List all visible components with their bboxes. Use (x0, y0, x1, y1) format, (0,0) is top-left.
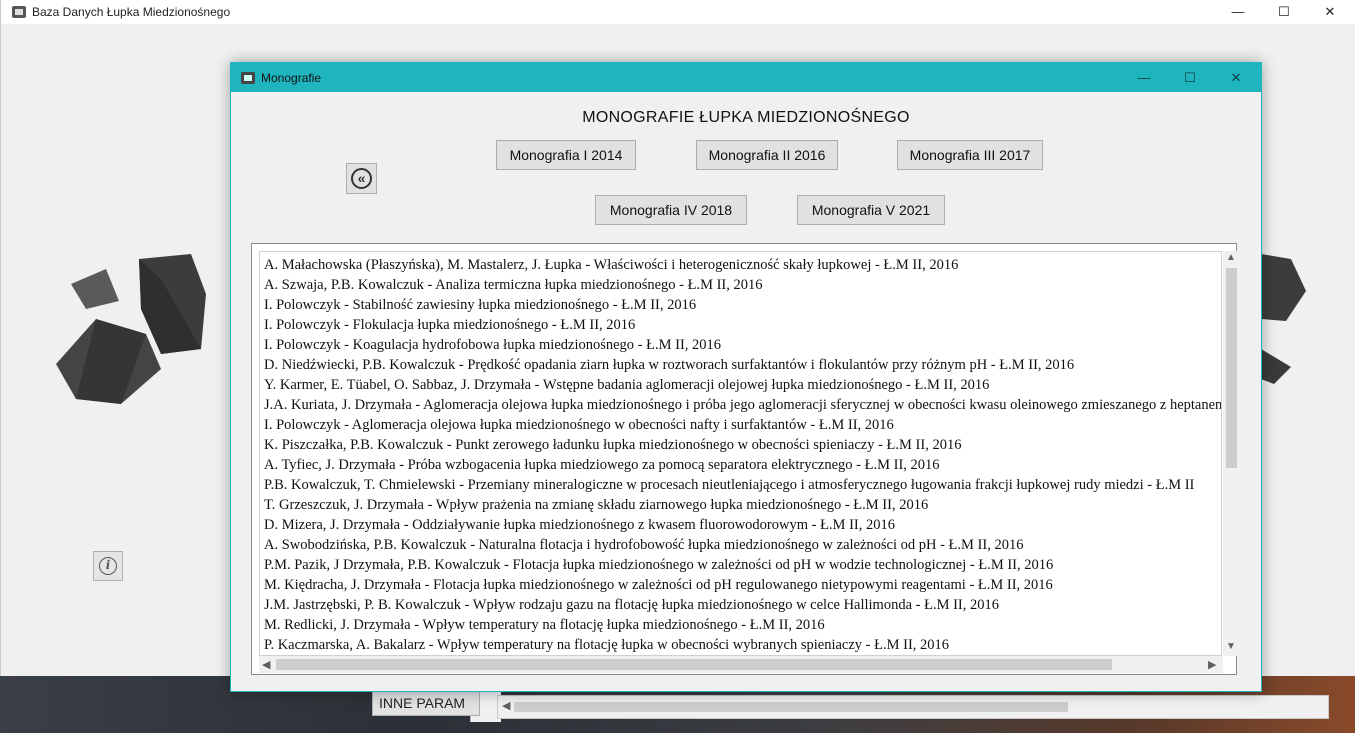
list-item[interactable]: M. Kiędracha, J. Drzymała - Flotacja łup… (264, 575, 1221, 595)
dialog-minimize-button[interactable]: — (1121, 63, 1167, 92)
list-item[interactable]: I. Polowczyk - Aglomeracja olejowa łupka… (264, 415, 1221, 435)
list-item[interactable]: A. Szwaja, P.B. Kowalczuk - Analiza term… (264, 275, 1221, 295)
minimize-button[interactable]: — (1215, 0, 1261, 24)
list-item[interactable]: I. Polowczyk - Flokulacja łupka miedzion… (264, 315, 1221, 335)
info-icon: i (99, 557, 117, 575)
monografia-v-button[interactable]: Monografia V 2021 (797, 195, 945, 225)
publications-list-viewport[interactable]: A. Małachowska (Płaszyńska), M. Mastaler… (259, 251, 1222, 656)
list-item[interactable]: P. Kaczmarska, A. Bakalarz - Wpływ tempe… (264, 635, 1221, 655)
info-button[interactable]: i (93, 551, 123, 581)
monografia-iii-button[interactable]: Monografia III 2017 (897, 140, 1043, 170)
scroll-thumb[interactable] (514, 702, 1068, 712)
list-item[interactable]: A. Tyfiec, J. Drzymała - Próba wzbogacen… (264, 455, 1221, 475)
list-item[interactable]: M. Redlicki, J. Drzymała - Wpływ tempera… (264, 615, 1221, 635)
scroll-down-icon[interactable]: ▼ (1226, 641, 1236, 652)
list-item[interactable]: I. Polowczyk - Stabilność zawiesiny łupk… (264, 295, 1221, 315)
close-button[interactable]: ✕ (1307, 0, 1353, 24)
list-item[interactable]: D. Mizera, J. Drzymała - Oddziaływanie ł… (264, 515, 1221, 535)
maximize-button[interactable]: ☐ (1261, 0, 1307, 24)
back-button[interactable]: « (346, 163, 377, 194)
dialog-close-button[interactable]: ✕ (1213, 63, 1259, 92)
list-item[interactable]: J.M. Jastrzębski, P. B. Kowalczuk - Wpły… (264, 595, 1221, 615)
dialog-maximize-button[interactable]: ☐ (1167, 63, 1213, 92)
page-title: MONOGRAFIE ŁUPKA MIEDZIONOŚNEGO (582, 109, 910, 126)
monografie-dialog: Monografie — ☐ ✕ MONOGRAFIE ŁUPKA MIEDZI… (230, 62, 1262, 692)
main-window-title: Baza Danych Łupka Miedzionośnego (32, 5, 231, 19)
list-item[interactable]: D. Niedźwiecki, P.B. Kowalczuk - Prędkoś… (264, 355, 1221, 375)
horizontal-scrollbar[interactable]: ◀ ▶ (259, 656, 1223, 673)
scroll-left-icon[interactable]: ◀ (502, 699, 510, 712)
horizontal-scroll-thumb[interactable] (276, 659, 1112, 670)
scroll-up-icon[interactable]: ▲ (1226, 252, 1236, 263)
list-item[interactable]: P.B. Kowalczuk, T. Chmielewski - Przemia… (264, 475, 1221, 495)
rock-logo-icon (56, 254, 206, 404)
list-item[interactable]: A. Swobodzińska, P.B. Kowalczuk - Natura… (264, 535, 1221, 555)
monografia-i-button[interactable]: Monografia I 2014 (496, 140, 636, 170)
main-titlebar: Baza Danych Łupka Miedzionośnego — ☐ ✕ (1, 0, 1355, 24)
background-horizontal-scrollbar[interactable]: ◀ (497, 695, 1329, 719)
monografia-iv-button[interactable]: Monografia IV 2018 (595, 195, 747, 225)
scroll-right-icon[interactable]: ▶ (1208, 658, 1216, 671)
list-item[interactable]: T. Grzeszczuk, J. Drzymała - Wpływ praże… (264, 495, 1221, 515)
list-item[interactable]: K. Piszczałka, P.B. Kowalczuk - Punkt ze… (264, 435, 1221, 455)
list-item[interactable]: I. Polowczyk - Koagulacja hydrofobowa łu… (264, 335, 1221, 355)
app-icon (241, 72, 255, 84)
list-item[interactable]: A. Małachowska (Płaszyńska), M. Mastaler… (264, 255, 1221, 275)
list-item[interactable]: Y. Karmer, E. Tüabel, O. Sabbaz, J. Drzy… (264, 375, 1221, 395)
monografia-ii-button[interactable]: Monografia II 2016 (696, 140, 838, 170)
scroll-left-icon[interactable]: ◀ (262, 658, 270, 671)
double-chevron-left-icon: « (351, 168, 372, 189)
publications-list[interactable]: A. Małachowska (Płaszyńska), M. Mastaler… (251, 243, 1240, 675)
dialog-title: Monografie (261, 71, 322, 85)
list-item[interactable]: P.M. Pazik, J Drzymała, P.B. Kowalczuk -… (264, 555, 1221, 575)
inne-parametry-button[interactable]: INNE PARAM (372, 690, 480, 716)
dialog-titlebar: Monografie — ☐ ✕ (231, 63, 1261, 92)
rock-logo-right-icon (1261, 254, 1306, 384)
vertical-scroll-thumb[interactable] (1226, 268, 1237, 468)
list-item[interactable]: J.A. Kuriata, J. Drzymała - Aglomeracja … (264, 395, 1221, 415)
vertical-scrollbar[interactable]: ▲ ▼ (1223, 251, 1240, 656)
app-icon (12, 6, 26, 18)
